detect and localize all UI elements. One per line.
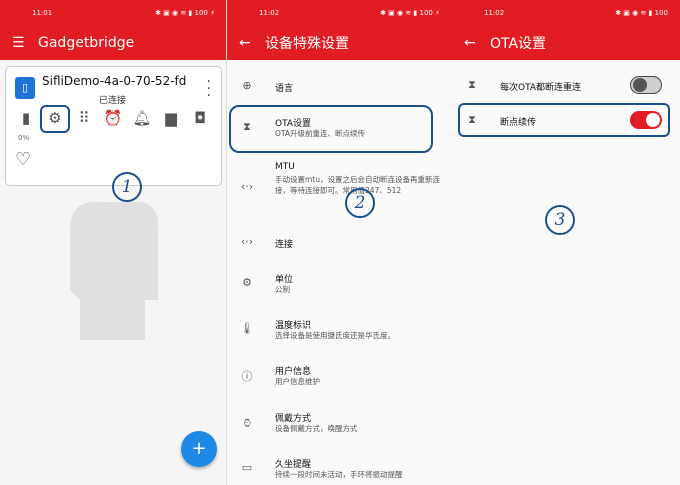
sofa-icon: ▭ xyxy=(241,461,253,474)
status-bar: 11:02 ✱ ▣ ◉ ≋ ▮ 100 xyxy=(452,0,680,26)
hourglass-icon: ⧗ xyxy=(468,78,476,91)
status-icons: ✱ ▣ ◉ ≋ ▮ 100 ⚡ xyxy=(380,9,440,17)
setting-title: 语言 xyxy=(275,84,294,94)
code-icon: ‹·› xyxy=(240,235,254,248)
page-title: OTA设置 xyxy=(490,36,547,52)
battery-icon: ▮ xyxy=(21,109,31,127)
watch-icon: ⌚︎ xyxy=(241,417,253,430)
gear-icon: ⚙ xyxy=(242,276,252,289)
setting-subtitle: 用户信息维护 xyxy=(275,377,320,386)
more-options-icon[interactable]: · · · xyxy=(207,75,211,103)
setting-title: 连接 xyxy=(275,240,294,250)
app-title: Gadgetbridge xyxy=(38,35,135,51)
annotation-1: 1 xyxy=(112,172,142,202)
highlight-box-ota xyxy=(229,105,433,153)
apps-grid-icon[interactable]: ⠿ xyxy=(74,109,94,127)
status-time: 11:02 xyxy=(484,9,505,17)
ota-settings-panel: 11:02 ✱ ▣ ◉ ≋ ▮ 100 ← OTA设置 ⧗ 每次OTA都断连重连… xyxy=(452,0,680,485)
app-bar: ☰ Gadgetbridge xyxy=(0,26,227,60)
setting-title: MTU xyxy=(275,162,295,172)
code-icon: ‹·› xyxy=(240,180,254,193)
heart-icon[interactable]: ♡ xyxy=(15,149,31,170)
setting-subtitle: 设备佩戴方式，唤醒方式 xyxy=(275,424,358,433)
setting-subtitle: 持续一段时间未活动，手环将振动提醒 xyxy=(275,470,403,479)
status-bar: 11:02 ✱ ▣ ◉ ≋ ▮ 100 ⚡ xyxy=(227,0,452,26)
bell-icon[interactable]: 🔔︎ xyxy=(132,109,152,127)
setting-subtitle: 选择设备是使用摄氏度还是华氏度。 xyxy=(275,331,395,340)
annotation-2: 2 xyxy=(345,188,375,218)
highlight-box-resume xyxy=(458,103,670,137)
device-card[interactable]: ▯ SifliDemo-4a-0-70-52-fd 已连接 · · · ▮ ⚙ ⠿ … xyxy=(5,66,222,186)
globe-icon: ⊕ xyxy=(242,79,252,92)
highlight-box-settings xyxy=(40,105,70,133)
status-bar: 11:01 ✱ ▣ ◉ ≋ ▮ 100 ⚡ xyxy=(0,0,227,26)
chart-icon[interactable]: ▆ xyxy=(161,109,181,127)
app-bar: ← 设备特殊设置 xyxy=(227,26,452,60)
setting-subtitle: 公制 xyxy=(275,285,290,294)
watch-icon: ▯ xyxy=(15,77,35,99)
status-icons: ✱ ▣ ◉ ≋ ▮ 100 xyxy=(615,9,668,17)
info-icon: ⓘ xyxy=(241,370,253,383)
status-icons: ✱ ▣ ◉ ≋ ▮ 100 ⚡ xyxy=(155,9,215,17)
device-status: 已连接 xyxy=(99,96,127,106)
add-device-button[interactable]: + xyxy=(181,431,217,467)
annotation-3: 3 xyxy=(545,205,575,235)
menu-icon[interactable]: ☰ xyxy=(12,36,26,50)
device-name: SifliDemo-4a-0-70-52-fd xyxy=(42,74,187,88)
reconnect-toggle[interactable] xyxy=(630,76,662,94)
thermometer-icon: 🌡︎ xyxy=(240,322,254,335)
battery-percent: 0% xyxy=(18,134,30,142)
alarm-icon[interactable]: ⏰ xyxy=(103,109,123,127)
option-label: 每次OTA都断连重连 xyxy=(500,83,582,93)
find-device-icon[interactable]: ◘ xyxy=(190,109,210,127)
main-screen-panel: 11:01 ✱ ▣ ◉ ≋ ▮ 100 ⚡ ☰ Gadgetbridge ▯ S… xyxy=(0,0,227,485)
page-title: 设备特殊设置 xyxy=(265,36,349,52)
back-arrow-icon[interactable]: ← xyxy=(464,36,478,50)
device-settings-panel: 11:02 ✱ ▣ ◉ ≋ ▮ 100 ⚡ ← 设备特殊设置 ⊕ 语言 ⧗ OT… xyxy=(227,0,452,485)
toggle-knob xyxy=(633,77,647,92)
fist-watermark-icon xyxy=(70,201,159,340)
back-arrow-icon[interactable]: ← xyxy=(239,36,253,50)
status-time: 11:01 xyxy=(32,9,53,17)
app-bar: ← OTA设置 xyxy=(452,26,680,60)
status-time: 11:02 xyxy=(259,9,280,17)
